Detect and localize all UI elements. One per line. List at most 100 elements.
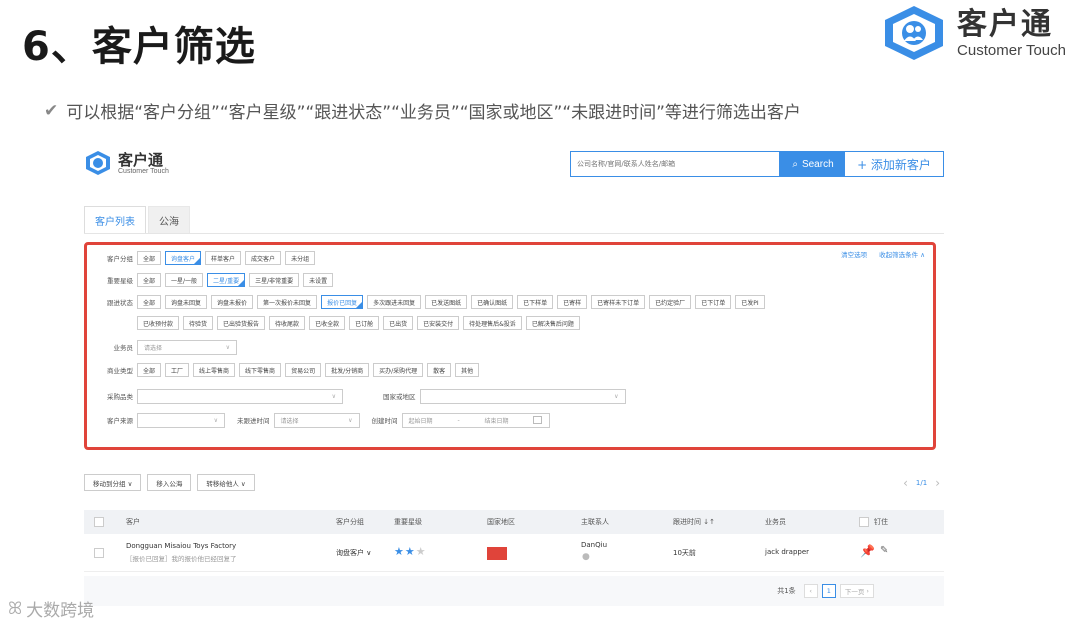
status-chip-selected[interactable]: 报价已回复	[321, 295, 364, 309]
status-chip[interactable]: 待收尾款	[269, 316, 306, 330]
status-chip[interactable]: 已确认图纸	[471, 295, 514, 309]
table-footer: 共1条 ‹ 1 下一页 ›	[84, 576, 944, 606]
status-chip[interactable]: 多次跟进未回复	[367, 295, 422, 309]
group-chip[interactable]: 成交客户	[245, 251, 282, 265]
row-group-select[interactable]: 询盘客户 ∨	[336, 548, 371, 558]
star-chip[interactable]: 未设置	[303, 273, 334, 287]
prev-page-button[interactable]: ‹	[803, 584, 818, 598]
no-follow-select[interactable]: 请选择 ∨	[273, 412, 360, 428]
star-icon: ★	[394, 545, 405, 558]
star-chip-selected[interactable]: 二星/重要	[207, 273, 246, 287]
status-chip[interactable]: 询盘未报价	[211, 295, 254, 309]
prev-page-icon[interactable]: ‹	[903, 476, 908, 490]
status-chip[interactable]: 已下订单	[695, 295, 732, 309]
col-customer: 客户	[126, 518, 140, 526]
col-country: 国家地区	[487, 518, 515, 526]
status-chip[interactable]: 已下样单	[517, 295, 554, 309]
star-chip[interactable]: 全部	[137, 273, 162, 287]
tab-public-pool[interactable]: 公海	[148, 206, 190, 234]
status-chip[interactable]: 已收全款	[309, 316, 346, 330]
filter-label-country: 国家或地区	[383, 393, 416, 401]
chevron-down-icon: ∨	[213, 416, 218, 424]
business-chip[interactable]: 散客	[427, 363, 452, 377]
brand-name: 客户通	[957, 6, 1054, 42]
group-chip[interactable]: 未分组	[285, 251, 316, 265]
pin-icon[interactable]: 📌	[860, 544, 875, 558]
sales-select-value: 请选择	[144, 344, 163, 352]
table-row[interactable]: Dongguan Misaiou Toys Factory ［报价已回复］我的报…	[84, 536, 944, 572]
move-group-button[interactable]: 移动到分组 ∨	[84, 474, 142, 491]
country-select[interactable]: ∨	[419, 388, 626, 404]
collapse-filters-link[interactable]: 收起筛选条件 ∧	[879, 249, 925, 259]
status-chip[interactable]: 已订舱	[349, 316, 380, 330]
purchase-select[interactable]: ∨	[137, 388, 343, 404]
next-page-button[interactable]: 下一页 ›	[839, 584, 874, 598]
group-chip[interactable]: 样单客户	[205, 251, 242, 265]
source-select[interactable]: ∨	[137, 412, 225, 428]
business-chip[interactable]: 工厂	[165, 363, 190, 377]
status-chip[interactable]: 全部	[137, 295, 162, 309]
clear-filters-link[interactable]: 清空选项	[841, 249, 867, 259]
search-button[interactable]: ⌕ Search	[779, 152, 847, 176]
contact-name[interactable]: DanQiu	[581, 541, 607, 549]
next-page-icon[interactable]: ›	[935, 476, 940, 490]
add-customer-button[interactable]: + 添加新客户	[844, 151, 944, 177]
business-chip[interactable]: 贸易公司	[285, 363, 322, 377]
status-chip[interactable]: 已发PI	[735, 295, 765, 309]
search-input[interactable]	[571, 152, 779, 176]
created-date-range[interactable]: 起始日期 - 结束日期	[401, 412, 550, 428]
business-chip[interactable]: 线上零售商	[193, 363, 236, 377]
filter-label-source: 客户来源	[107, 417, 133, 425]
sales-select[interactable]: 请选择 ∨	[137, 339, 237, 355]
status-chip[interactable]: 待处理售后&投诉	[463, 316, 522, 330]
tab-customer-list[interactable]: 客户列表	[84, 206, 146, 234]
filter-label-star: 重要星级	[107, 277, 133, 285]
transfer-button[interactable]: 转移给他人 ∨	[197, 474, 255, 491]
status-chip[interactable]: 已出验货报告	[217, 316, 266, 330]
star-chip[interactable]: 三星/非常重要	[249, 273, 300, 287]
business-chip[interactable]: 买办/采购代理	[373, 363, 424, 377]
star-rating[interactable]: ★★★	[394, 545, 427, 558]
status-chip[interactable]: 已寄样	[557, 295, 588, 309]
tab-bar: 客户列表 公海	[84, 206, 190, 234]
status-chip[interactable]: 已解决售后问题	[525, 316, 580, 330]
business-chip[interactable]: 批发/分销商	[325, 363, 370, 377]
app-logo[interactable]: 客户通 Customer Touch	[84, 150, 169, 176]
filter-panel: 清空选项 收起筛选条件 ∧ 客户分组 全部 询盘客户 样单客户 成交客户 未分组…	[84, 242, 936, 450]
app-window: 客户通 Customer Touch ⌕ Search + 添加新客户 客户列表…	[84, 140, 944, 610]
edit-icon[interactable]: ✎	[880, 545, 888, 556]
col-contact: 主联系人	[581, 518, 609, 526]
status-chip[interactable]: 已收预付款	[137, 316, 180, 330]
select-all-checkbox[interactable]	[94, 517, 104, 527]
status-chip[interactable]: 已约定验厂	[649, 295, 692, 309]
row-checkbox[interactable]	[94, 548, 104, 558]
chevron-down-icon: ∨	[348, 416, 353, 424]
status-chip[interactable]: 待验货	[183, 316, 214, 330]
business-chip[interactable]: 全部	[137, 363, 162, 377]
bottom-fade	[0, 610, 1080, 628]
status-chip[interactable]: 询盘未回复	[165, 295, 208, 309]
group-chip-selected[interactable]: 询盘客户	[165, 251, 202, 265]
group-chip[interactable]: 全部	[137, 251, 162, 265]
star-chip[interactable]: 一星/一般	[165, 273, 204, 287]
col-follow-time[interactable]: 跟进时间 ↓↑	[673, 517, 715, 527]
status-chip[interactable]: 已安装交付	[417, 316, 460, 330]
col-pin: 钉住	[874, 518, 888, 526]
status-chip[interactable]: 已出货	[383, 316, 414, 330]
check-icon: ✔	[44, 100, 59, 121]
business-chip[interactable]: 线下零售商	[239, 363, 282, 377]
company-name[interactable]: Dongguan Misaiou Toys Factory	[126, 542, 236, 550]
filter-label-sales: 业务员	[113, 344, 134, 352]
status-chip[interactable]: 已寄样未下订单	[591, 295, 646, 309]
app-logo-name: 客户通	[118, 150, 164, 169]
move-public-button[interactable]: 移入公海	[147, 474, 192, 491]
status-chip[interactable]: 已发送图纸	[425, 295, 468, 309]
col-group: 客户分组	[336, 518, 364, 526]
pin-all-checkbox[interactable]	[859, 517, 869, 527]
search-box: ⌕ Search	[570, 151, 848, 177]
status-chip[interactable]: 第一次报价未回复	[257, 295, 318, 309]
subtitle: ✔ 可以根据“客户分组”“客户星级”“跟进状态”“业务员”“国家或地区”“未跟进…	[44, 98, 801, 124]
business-chip[interactable]: 其他	[455, 363, 480, 377]
page-button-current[interactable]: 1	[821, 584, 836, 598]
pager: 共1条 ‹ 1 下一页 ›	[777, 584, 874, 598]
